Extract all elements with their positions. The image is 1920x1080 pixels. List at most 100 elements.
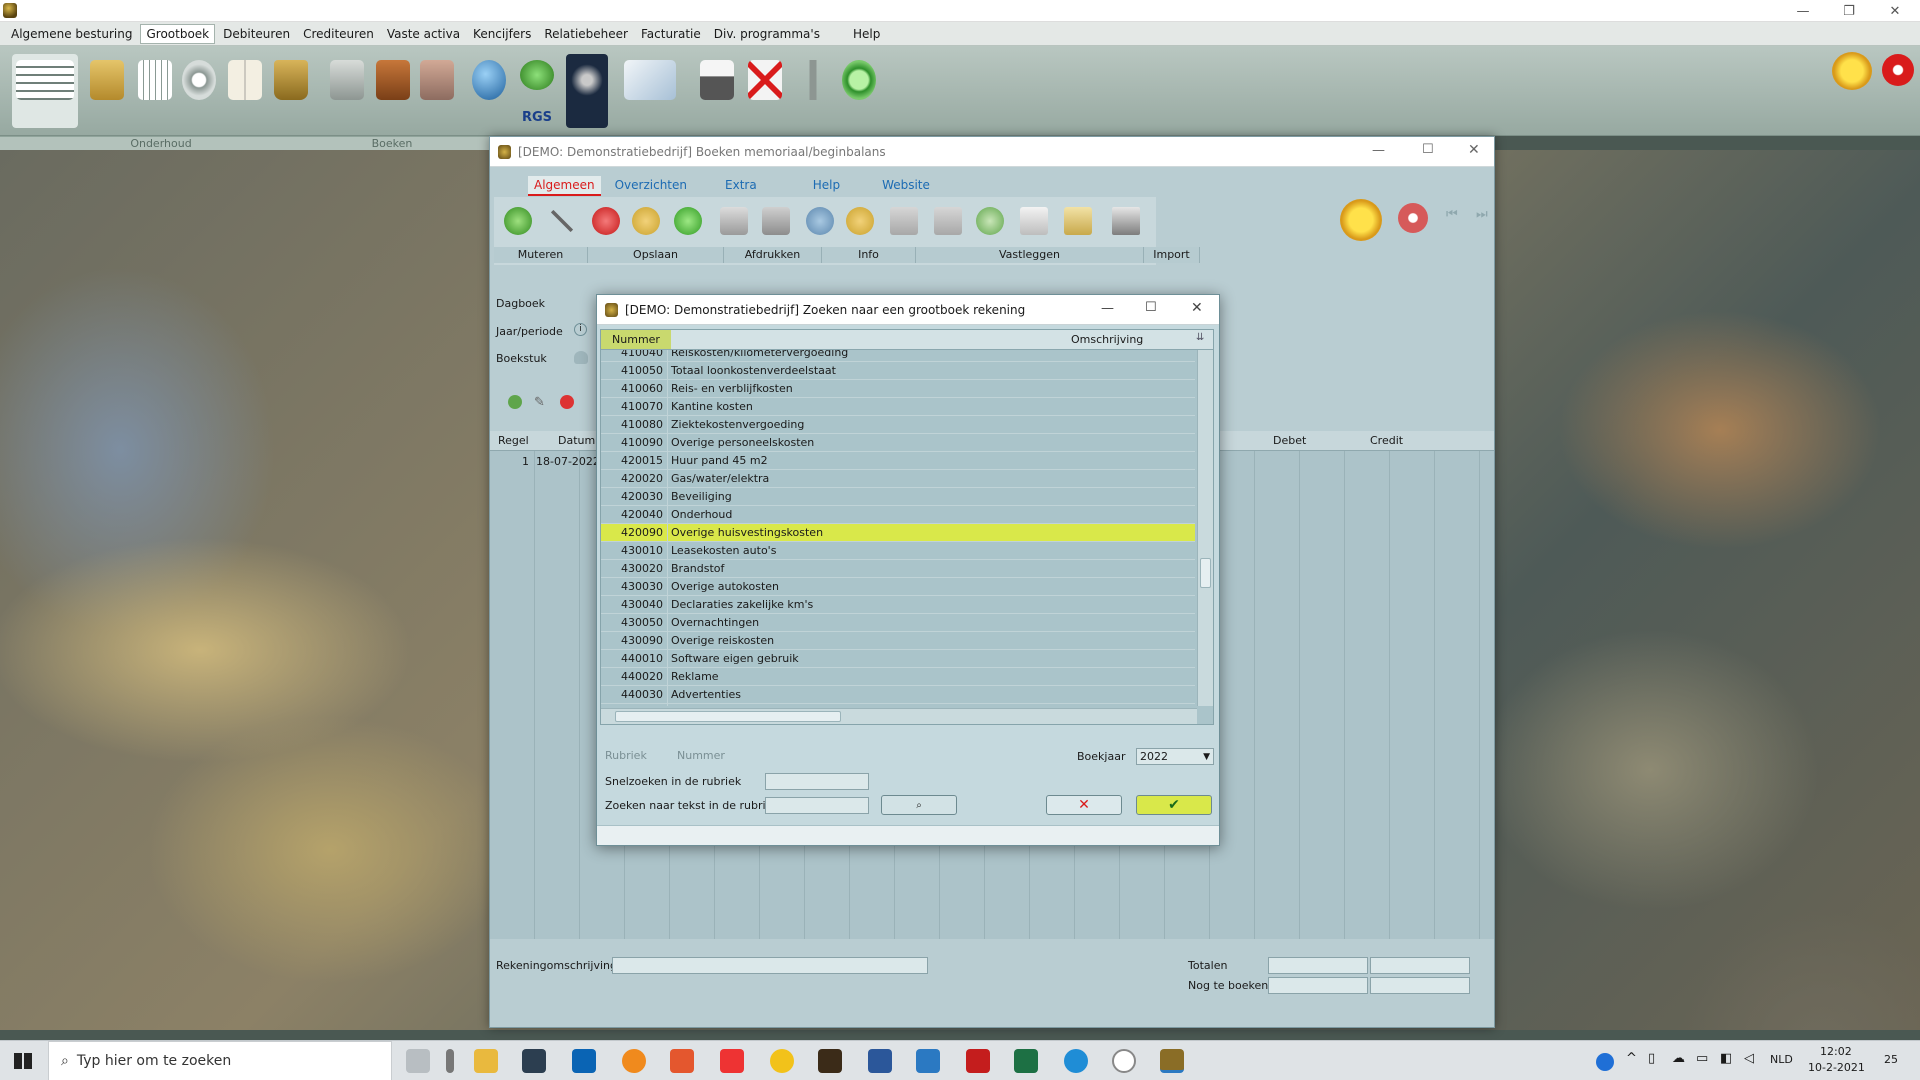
info-icon[interactable] <box>800 201 840 241</box>
account-row[interactable]: 430040 Declaraties zakelijke km's <box>601 596 1195 614</box>
stop-icon[interactable] <box>1398 203 1428 233</box>
add-line-icon[interactable] <box>508 395 522 409</box>
edit-line-icon[interactable]: ✎ <box>534 395 545 410</box>
help-me-icon[interactable] <box>1830 50 1874 92</box>
snelzoeken-input[interactable] <box>765 773 869 790</box>
account-row[interactable]: 420090 Overige huisvestingskosten <box>601 524 1195 542</box>
app-circle-icon[interactable] <box>1112 1049 1136 1073</box>
preview-icon[interactable] <box>756 201 796 241</box>
ledger-icon[interactable] <box>86 54 128 128</box>
col-omschrijving[interactable]: Omschrijving <box>1071 333 1143 346</box>
print-icon[interactable] <box>714 201 754 241</box>
office-icon[interactable] <box>720 1049 744 1073</box>
account-row[interactable]: 430010 Leasekosten auto's <box>601 542 1195 560</box>
clock-date[interactable]: 10-2-2021 <box>1808 1061 1865 1074</box>
edge-icon[interactable] <box>1064 1049 1088 1073</box>
col-nummer[interactable]: Nummer <box>601 330 671 349</box>
chevron-up-icon[interactable]: ^ <box>1626 1051 1637 1066</box>
wallet-icon[interactable] <box>372 54 414 128</box>
accounting-app-icon[interactable] <box>1160 1049 1184 1073</box>
add-icon[interactable] <box>498 201 538 241</box>
account-row[interactable]: 430030 Overige autokosten <box>601 578 1195 596</box>
app-orange-icon[interactable] <box>670 1049 694 1073</box>
filezilla-icon[interactable] <box>966 1049 990 1073</box>
tab-extra[interactable]: Extra <box>719 176 763 196</box>
account-row[interactable]: 440010 Software eigen gebruik <box>601 650 1195 668</box>
account-row[interactable]: 410070 Kantine kosten <box>601 398 1195 416</box>
zoeken-tekst-input[interactable] <box>765 797 869 814</box>
app-z-icon[interactable] <box>818 1049 842 1073</box>
rekeningomschrijving-input[interactable] <box>612 957 928 974</box>
account-row[interactable]: 410060 Reis- en verblijfkosten <box>601 380 1195 398</box>
help-me-icon[interactable] <box>1340 199 1382 241</box>
grid-datum[interactable]: 18-07-2022 <box>536 455 600 468</box>
explorer-icon[interactable] <box>474 1049 498 1073</box>
tab-overzichten[interactable]: Overzichten <box>609 176 693 196</box>
minimize-icon[interactable]: — <box>1372 143 1385 158</box>
weight-icon[interactable] <box>270 54 312 128</box>
menu-help[interactable]: Help <box>848 25 885 43</box>
language-indicator[interactable]: NLD <box>1770 1053 1793 1066</box>
battery-icon[interactable]: ▭ <box>1696 1051 1708 1066</box>
tab-algemeen[interactable]: Algemeen <box>528 176 601 196</box>
menu-debiteuren[interactable]: Debiteuren <box>218 25 295 43</box>
account-row[interactable]: 430020 Brandstof <box>601 560 1195 578</box>
cloud-icon[interactable]: ☁ <box>1672 1051 1685 1066</box>
table-icon[interactable] <box>134 54 176 128</box>
last-record-icon[interactable]: ⏭ <box>1476 207 1488 222</box>
close-icon[interactable]: ✕ <box>1191 300 1203 316</box>
account-row[interactable]: 440030 Advertenties <box>601 686 1195 704</box>
printer-icon[interactable] <box>696 54 738 128</box>
menu-kencijfers[interactable]: Kencijfers <box>468 25 536 43</box>
clock-time[interactable]: 12:02 <box>1820 1045 1852 1058</box>
scroll-thumb[interactable] <box>1200 558 1211 588</box>
store-icon[interactable] <box>522 1049 546 1073</box>
screenshot-icon[interactable] <box>916 1049 940 1073</box>
word-icon[interactable] <box>868 1049 892 1073</box>
refresh-icon[interactable] <box>970 201 1010 241</box>
book-icon[interactable] <box>224 54 266 128</box>
safe-icon[interactable] <box>326 54 368 128</box>
vertical-scrollbar[interactable] <box>1197 350 1213 706</box>
key-icon[interactable] <box>792 54 834 128</box>
lightbulb-icon[interactable] <box>840 201 880 241</box>
grid-regel[interactable]: 1 <box>522 455 529 468</box>
account-row[interactable]: 430050 Overnachtingen <box>601 614 1195 632</box>
crest-icon[interactable] <box>566 54 608 128</box>
notification-count[interactable]: 25 <box>1884 1053 1898 1066</box>
chevron-down-icon[interactable]: ⇊ <box>1196 332 1204 343</box>
cube-icon[interactable] <box>620 54 680 128</box>
search-icon[interactable] <box>838 54 880 128</box>
delete-icon[interactable] <box>744 54 786 128</box>
delete-line-icon[interactable] <box>560 395 574 409</box>
info-icon[interactable]: i <box>574 323 587 336</box>
ok-button[interactable]: ✔ <box>1136 795 1212 815</box>
tab-website[interactable]: Website <box>876 176 936 196</box>
volume-icon[interactable]: ◁ <box>1744 1051 1754 1066</box>
pencil-icon[interactable] <box>626 201 666 241</box>
maximize-icon[interactable]: ☐ <box>1422 142 1434 157</box>
account-row[interactable]: 410080 Ziektekostenvergoeding <box>601 416 1195 434</box>
search-button[interactable]: ⌕ <box>881 795 957 815</box>
menu-algemene-besturing[interactable]: Algemene besturing <box>6 25 137 43</box>
account-row[interactable]: 420030 Beveiliging <box>601 488 1195 506</box>
menu-facturatie[interactable]: Facturatie <box>636 25 706 43</box>
menu-div-programmas[interactable]: Div. programma's <box>709 25 825 43</box>
cancel-button[interactable]: ✕ <box>1046 795 1122 815</box>
account-row[interactable]: 420015 Huur pand 45 m2 <box>601 452 1195 470</box>
stack-icon[interactable] <box>928 201 968 241</box>
account-list[interactable]: Nummer Omschrijving ⇊ 410040 Reiskosten/k… <box>600 329 1214 725</box>
stop-icon[interactable] <box>1880 52 1916 88</box>
horizontal-scrollbar[interactable] <box>601 708 1197 724</box>
boekjaar-select[interactable]: 2022 ▼ <box>1136 748 1214 765</box>
edit-icon[interactable] <box>542 201 582 241</box>
gear-icon[interactable] <box>178 54 220 128</box>
tab-help[interactable]: Help <box>807 176 846 196</box>
sign-icon[interactable] <box>1014 201 1054 241</box>
account-row[interactable]: 440020 Reklame <box>601 668 1195 686</box>
close-icon[interactable]: ✕ <box>1468 142 1480 158</box>
minimize-icon[interactable]: — <box>1101 301 1114 316</box>
task-view-icon[interactable] <box>406 1049 430 1073</box>
restore-icon[interactable]: ❐ <box>1828 0 1870 22</box>
account-row[interactable]: 410090 Overige personeelskosten <box>601 434 1195 452</box>
